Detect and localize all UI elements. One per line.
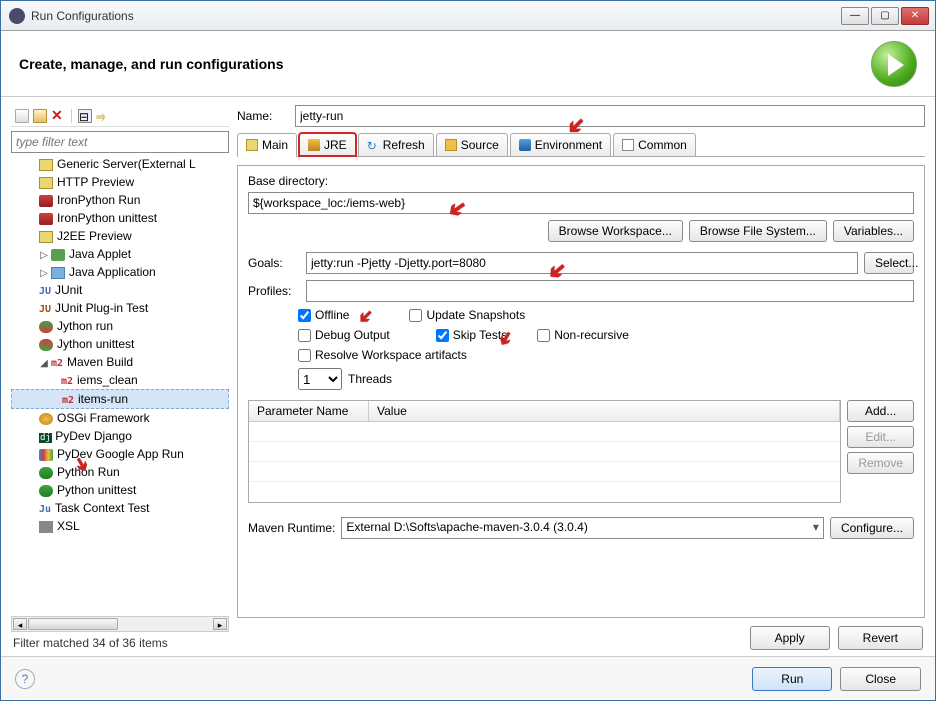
- tree-item-pydev-django[interactable]: dj PyDev Django: [11, 427, 229, 445]
- tab-source[interactable]: Source: [436, 133, 508, 156]
- param-value-header: Value: [369, 401, 840, 421]
- goals-label: Goals:: [248, 256, 300, 270]
- tree-item-java-applet[interactable]: ▷Java Applet: [11, 245, 229, 263]
- variables-button[interactable]: Variables...: [833, 220, 914, 242]
- select-goals-button[interactable]: Select...: [864, 252, 914, 274]
- tab-common[interactable]: Common: [613, 133, 696, 156]
- maven-runtime-select[interactable]: External D:\Softs\apache-maven-3.0.4 (3.…: [341, 517, 824, 539]
- revert-button[interactable]: Revert: [838, 626, 923, 650]
- tree-item-osgi[interactable]: OSGi Framework: [11, 409, 229, 427]
- tree-item-ironpython-run[interactable]: IronPython Run: [11, 191, 229, 209]
- minimize-button[interactable]: —: [841, 7, 869, 25]
- add-param-button[interactable]: Add...: [847, 400, 914, 422]
- help-icon[interactable]: ?: [15, 669, 35, 689]
- remove-param-button[interactable]: Remove: [847, 452, 914, 474]
- close-window-button[interactable]: ✕: [901, 7, 929, 25]
- tree-item-junit-plugin[interactable]: JUJUnit Plug-in Test: [11, 299, 229, 317]
- run-button[interactable]: Run: [752, 667, 832, 691]
- tree-item-xsl[interactable]: XSL: [11, 517, 229, 535]
- edit-param-button[interactable]: Edit...: [847, 426, 914, 448]
- tab-main[interactable]: Main: [237, 133, 297, 157]
- maximize-button[interactable]: ▢: [871, 7, 899, 25]
- tree-item-iems-clean[interactable]: m2iems_clean: [11, 371, 229, 389]
- tree-item-http-preview[interactable]: HTTP Preview: [11, 173, 229, 191]
- tab-bar: Main JRE ↻Refresh Source Environment Com…: [237, 133, 925, 157]
- tree-item-task-context[interactable]: JuTask Context Test: [11, 499, 229, 517]
- name-input[interactable]: [295, 105, 925, 127]
- main-tab-panel: Base directory: ➔ Browse Workspace... Br…: [237, 165, 925, 618]
- collapse-all-icon[interactable]: ⊟: [78, 109, 92, 123]
- window-title: Run Configurations: [31, 9, 839, 23]
- close-button[interactable]: Close: [840, 667, 921, 691]
- browse-filesystem-button[interactable]: Browse File System...: [689, 220, 827, 242]
- dialog-footer: ? Run Close: [1, 656, 935, 700]
- maven-runtime-label: Maven Runtime:: [248, 521, 335, 535]
- tree-item-maven-build[interactable]: ◢m2Maven Build: [11, 353, 229, 371]
- apply-button[interactable]: Apply: [750, 626, 830, 650]
- configure-runtime-button[interactable]: Configure...: [830, 517, 914, 539]
- parameters-table[interactable]: Parameter Name Value: [248, 400, 841, 503]
- main-tab-icon: [246, 139, 258, 151]
- run-decoration-icon: [871, 41, 917, 87]
- environment-tab-icon: [519, 139, 531, 151]
- threads-label: Threads: [348, 372, 392, 386]
- resolve-workspace-checkbox[interactable]: Resolve Workspace artifacts: [298, 348, 467, 362]
- tree-item-ironpython-unittest[interactable]: IronPython unittest: [11, 209, 229, 227]
- tab-refresh[interactable]: ↻Refresh: [358, 133, 434, 156]
- source-tab-icon: [445, 139, 457, 151]
- tree-horizontal-scrollbar[interactable]: ◂▸: [11, 616, 229, 632]
- jre-tab-icon: [308, 139, 320, 151]
- profiles-input[interactable]: [306, 280, 914, 302]
- tree-item-python-run[interactable]: Python Run: [11, 463, 229, 481]
- tree-item-junit[interactable]: JUJUnit: [11, 281, 229, 299]
- debug-output-checkbox[interactable]: Debug Output: [298, 328, 390, 342]
- tree-item-jython-run[interactable]: Jython run: [11, 317, 229, 335]
- tree-item-java-application[interactable]: ▷Java Application: [11, 263, 229, 281]
- offline-checkbox[interactable]: Offline: [298, 308, 349, 322]
- profiles-label: Profiles:: [248, 284, 300, 298]
- name-label: Name:: [237, 109, 289, 123]
- update-snapshots-checkbox[interactable]: Update Snapshots: [409, 308, 525, 322]
- app-icon: [9, 8, 25, 24]
- skip-tests-checkbox[interactable]: Skip Tests: [436, 328, 507, 342]
- delete-icon[interactable]: ✕: [51, 109, 65, 123]
- tree-item-generic-server[interactable]: Generic Server(External L: [11, 155, 229, 173]
- duplicate-config-icon[interactable]: [33, 109, 47, 123]
- dialog-header: Create, manage, and run configurations: [1, 31, 935, 97]
- tree-item-j2ee-preview[interactable]: J2EE Preview: [11, 227, 229, 245]
- tree-item-python-unittest[interactable]: Python unittest: [11, 481, 229, 499]
- config-tree[interactable]: Generic Server(External L HTTP Preview I…: [11, 155, 229, 535]
- configurations-sidebar: ✕ ⊟ ⥤ Generic Server(External L HTTP Pre…: [11, 105, 229, 650]
- refresh-tab-icon: ↻: [367, 139, 379, 151]
- filter-input[interactable]: [11, 131, 229, 153]
- threads-select[interactable]: 1: [298, 368, 342, 390]
- filter-icon[interactable]: ⥤: [96, 109, 110, 123]
- base-dir-input[interactable]: [248, 192, 914, 214]
- tab-environment[interactable]: Environment: [510, 133, 611, 156]
- tab-jre[interactable]: JRE: [299, 133, 356, 156]
- tree-item-pydev-google[interactable]: PyDev Google App Run: [11, 445, 229, 463]
- new-config-icon[interactable]: [15, 109, 29, 123]
- common-tab-icon: [622, 139, 634, 151]
- goals-input[interactable]: [306, 252, 858, 274]
- tree-item-jython-unittest[interactable]: Jython unittest: [11, 335, 229, 353]
- param-name-header: Parameter Name: [249, 401, 369, 421]
- dialog-title: Create, manage, and run configurations: [19, 56, 871, 72]
- non-recursive-checkbox[interactable]: Non-recursive: [537, 328, 629, 342]
- titlebar: Run Configurations — ▢ ✕: [1, 1, 935, 31]
- browse-workspace-button[interactable]: Browse Workspace...: [548, 220, 683, 242]
- tree-item-items-run[interactable]: m2items-run: [11, 389, 229, 409]
- sidebar-toolbar: ✕ ⊟ ⥤: [11, 105, 229, 127]
- filter-status: Filter matched 34 of 36 items: [11, 632, 229, 650]
- base-dir-label: Base directory:: [248, 174, 914, 188]
